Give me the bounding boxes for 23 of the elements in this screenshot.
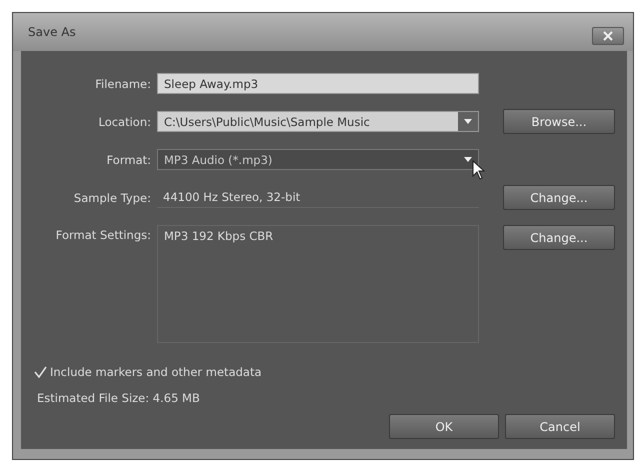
field-label: Location:: [97, 114, 151, 128]
field-label: Filename:: [94, 76, 151, 90]
field-label: Format Settings:: [54, 228, 151, 242]
checkbox[interactable]: [33, 365, 47, 379]
close-icon: [603, 31, 613, 41]
field-label: Format:: [106, 152, 151, 166]
browse-button[interactable]: Browse...: [503, 109, 615, 134]
change-button[interactable]: Change...: [503, 185, 615, 210]
dropdown-arrow-icon: [464, 119, 472, 124]
cancel-button[interactable]: Cancel: [505, 414, 615, 439]
field-label: Sample Type:: [72, 190, 151, 204]
dropdown-arrow-icon: [464, 157, 472, 162]
dropdown[interactable]: C:\Users\Public\Music\Sample Music: [157, 111, 479, 132]
file-size-text: Estimated File Size: 4.65 MB: [37, 391, 201, 405]
settings-panel: MP3 192 Kbps CBR: [157, 225, 479, 343]
window-title: Save As: [28, 25, 76, 39]
mouse-pointer-icon: [472, 160, 486, 180]
ok-button[interactable]: OK: [389, 414, 499, 439]
checkbox-label: Include markers and other metadata: [50, 365, 262, 379]
text-field[interactable]: Sleep Away.mp3: [157, 73, 479, 94]
close-button[interactable]: [592, 27, 624, 45]
value-text: 44100 Hz Stereo, 32-bit: [157, 187, 479, 208]
change-button[interactable]: Change...: [503, 225, 615, 250]
